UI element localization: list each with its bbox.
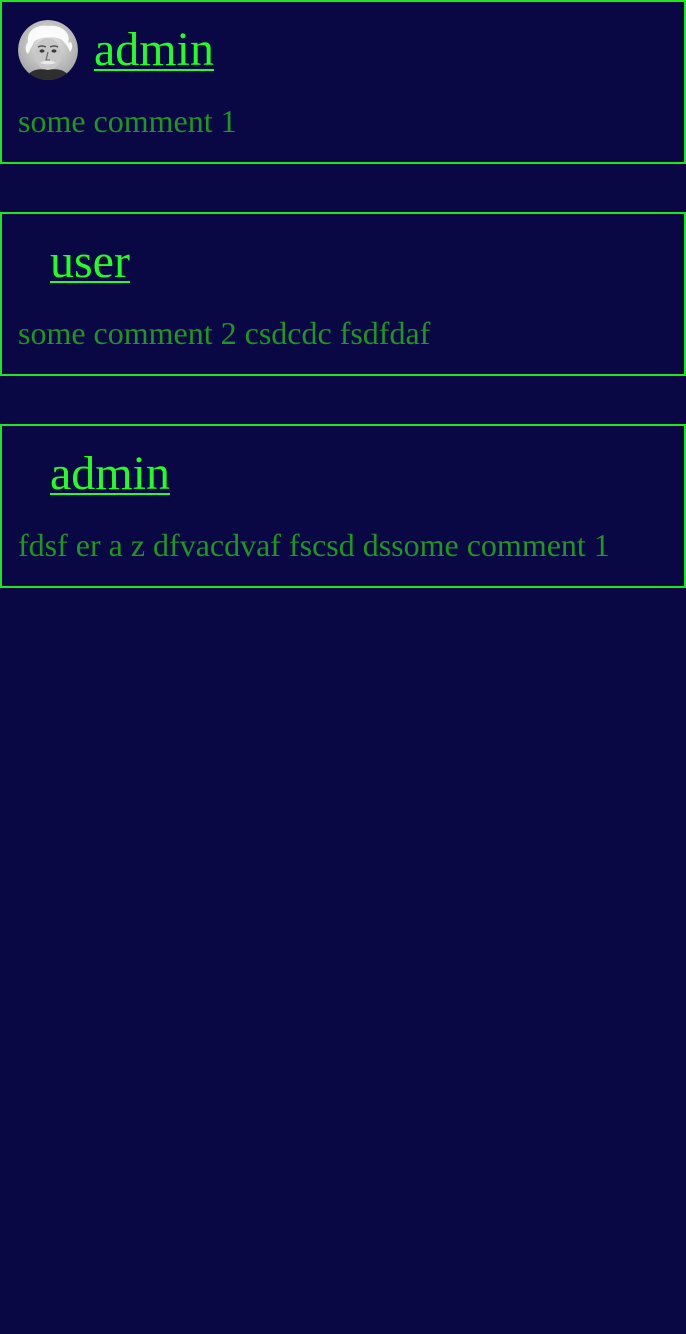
user-avatar-image	[18, 20, 78, 80]
comment-card: admin fdsf er a z dfvacdvaf fscsd dssome…	[0, 424, 686, 588]
username-link[interactable]: user	[50, 238, 130, 286]
comment-text: fdsf er a z dfvacdvaf fscsd dssome comme…	[18, 527, 610, 563]
username-link[interactable]: admin	[94, 26, 214, 74]
comment-header: admin	[18, 444, 170, 504]
avatar	[18, 444, 34, 504]
comment-card: admin some comment 1	[0, 0, 686, 164]
comment-header: user	[18, 232, 130, 292]
comment-card: user some comment 2 csdcdc fsdfdaf	[0, 212, 686, 376]
comment-text: some comment 1	[18, 103, 237, 139]
comment-header: admin	[18, 20, 214, 80]
avatar[interactable]	[18, 20, 78, 80]
avatar	[18, 232, 34, 292]
username-link[interactable]: admin	[50, 450, 170, 498]
comment-text: some comment 2 csdcdc fsdfdaf	[18, 315, 431, 351]
comment-list: admin some comment 1 user some comment 2…	[0, 0, 686, 636]
